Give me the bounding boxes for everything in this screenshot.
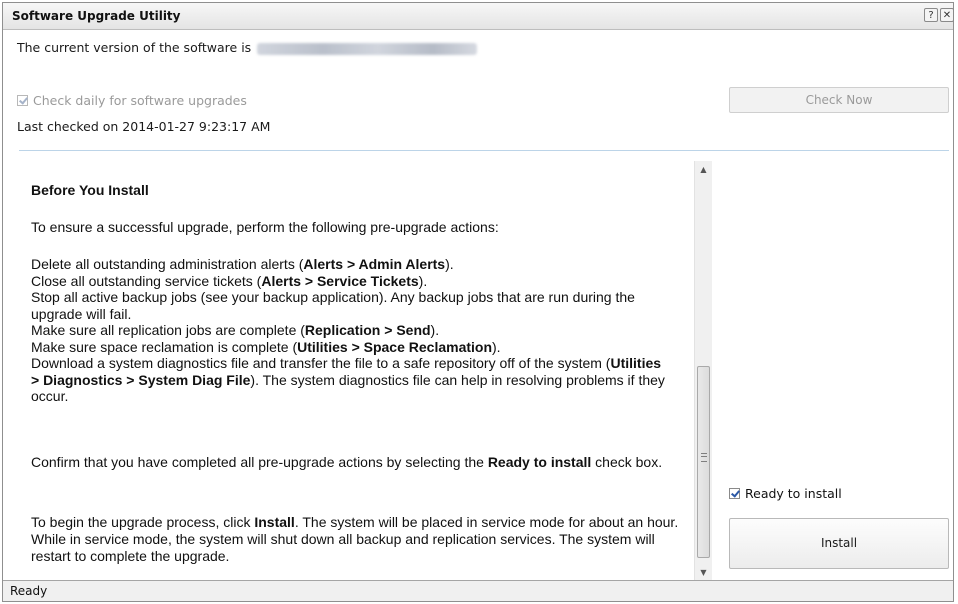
ready-to-install-label: Ready to install: [745, 486, 842, 501]
close-icon[interactable]: ✕: [940, 8, 954, 22]
software-upgrade-window: Software Upgrade Utility ? ✕ The current…: [2, 2, 954, 602]
install-instructions-pane: Before You Install To ensure a successfu…: [19, 161, 694, 581]
content-scrollbar[interactable]: ▲ ▼: [694, 161, 712, 581]
list-item: Stop all active backup jobs (see your ba…: [31, 289, 635, 322]
status-text: Ready: [10, 584, 48, 598]
scroll-thumb[interactable]: [697, 366, 710, 558]
current-version-text: The current version of the software is: [17, 40, 252, 55]
window-title: Software Upgrade Utility: [12, 9, 181, 23]
title-bar: Software Upgrade Utility ? ✕: [3, 3, 954, 30]
scroll-up-icon[interactable]: ▲: [695, 161, 712, 178]
list-item: Make sure space reclamation is complete …: [31, 338, 501, 355]
current-version-line: The current version of the software is: [17, 40, 478, 55]
install-button[interactable]: Install: [729, 518, 949, 569]
last-checked-text: Last checked on 2014-01-27 9:23:17 AM: [17, 119, 271, 134]
auto-check-row: Check daily for software upgrades: [17, 93, 247, 108]
pre-upgrade-list: Delete all outstanding administration al…: [31, 256, 671, 405]
ready-to-install-row: Ready to install: [729, 486, 842, 501]
list-item: Close all outstanding service tickets (A…: [31, 272, 428, 289]
confirm-text: Confirm that you have completed all pre-…: [31, 454, 663, 470]
check-daily-checkbox[interactable]: [17, 95, 28, 106]
version-number-redacted: [257, 42, 478, 55]
section-divider: [19, 150, 949, 151]
scroll-down-icon[interactable]: ▼: [695, 564, 712, 581]
intro-text: To ensure a successful upgrade, perform …: [31, 219, 499, 235]
before-install-heading: Before You Install: [31, 182, 149, 198]
begin-text: To begin the upgrade process, click Inst…: [31, 514, 679, 564]
ready-to-install-checkbox[interactable]: [729, 488, 740, 499]
help-icon[interactable]: ?: [924, 8, 938, 22]
check-daily-label: Check daily for software upgrades: [33, 93, 247, 108]
grip-icon: [701, 453, 707, 462]
check-now-button[interactable]: Check Now: [729, 87, 949, 113]
list-item: Download a system diagnostics file and t…: [31, 355, 665, 404]
status-bar: Ready: [3, 580, 953, 601]
list-item: Delete all outstanding administration al…: [31, 256, 454, 272]
list-item: Make sure all replication jobs are compl…: [31, 322, 440, 338]
